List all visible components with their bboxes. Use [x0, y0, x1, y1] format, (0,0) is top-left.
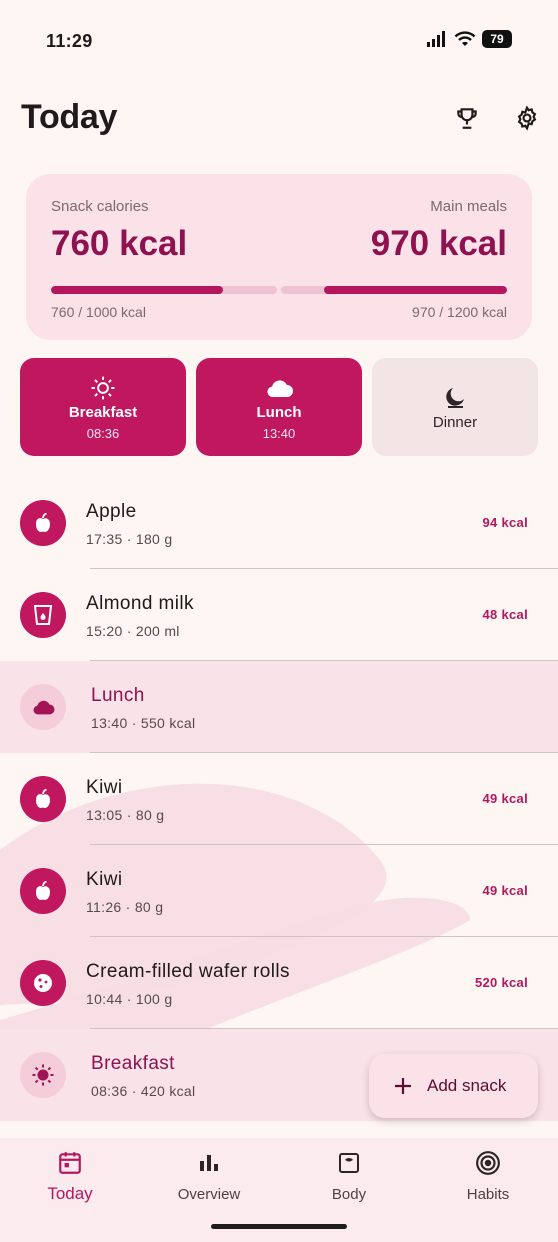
add-snack-label: Add snack [427, 1076, 507, 1095]
meal-tile-time: 13:40 [262, 425, 296, 441]
list-item[interactable]: Kiwi 11:26 · 80 g 49 kcal [0, 845, 558, 937]
battery-indicator: 79 [482, 30, 512, 48]
nav-label: Habits [466, 1186, 510, 1203]
sun-icon [90, 374, 116, 402]
entry-name: Kiwi [86, 869, 123, 890]
meal-tile-time: 08:36 [86, 425, 120, 441]
entry-kcal: 94 kcal [482, 515, 528, 530]
status-icons: 79 [426, 30, 512, 48]
plus-icon [395, 1078, 411, 1094]
entry-name: Cream-filled wafer rolls [86, 961, 290, 982]
meal-tile-lunch[interactable]: Lunch 13:40 [196, 358, 362, 456]
entry-name: Kiwi [86, 777, 123, 798]
meal-tile-breakfast[interactable]: Breakfast 08:36 [20, 358, 186, 456]
entry-kcal: 48 kcal [482, 607, 528, 622]
entry-name: Apple [86, 501, 137, 522]
entry-details: 13:40 · 550 kcal [91, 715, 196, 731]
nav-label: Overview [177, 1186, 241, 1203]
cloud-icon [264, 374, 294, 402]
snack-calories-value: 760 kcal [51, 224, 188, 263]
list-item[interactable]: Cream-filled wafer rolls 10:44 · 100 g 5… [0, 937, 558, 1029]
meal-tile-label: Lunch [256, 403, 302, 421]
trophy-icon[interactable] [452, 103, 482, 133]
list-item[interactable]: Lunch 13:40 · 550 kcal [0, 661, 558, 753]
meal-tile-label: Breakfast [68, 403, 138, 421]
nav-item-body[interactable]: Body [279, 1138, 419, 1218]
entry-details: 15:20 · 200 ml [86, 623, 180, 639]
bottom-navigation: Today Overview Body Habits [0, 1138, 558, 1242]
entry-details: 17:35 · 180 g [86, 531, 173, 547]
snack-calories-label: Snack calories [51, 198, 149, 215]
snack-progress-text: 760 / 1000 kcal [51, 304, 146, 320]
bar-chart-icon [197, 1148, 221, 1178]
main-progress-fill [323, 286, 507, 294]
sun-icon [20, 1052, 66, 1098]
entry-name: Almond milk [86, 593, 194, 614]
entry-name: Lunch [91, 685, 145, 706]
target-icon [475, 1148, 501, 1178]
moon-icon [443, 384, 467, 412]
add-snack-button[interactable]: Add snack [369, 1054, 538, 1118]
entry-details: 13:05 · 80 g [86, 807, 165, 823]
list-item[interactable]: Kiwi 13:05 · 80 g 49 kcal [0, 753, 558, 845]
home-indicator [211, 1224, 347, 1229]
entry-details: 10:44 · 100 g [86, 991, 173, 1007]
signal-icon [427, 31, 445, 47]
entry-kcal: 520 kcal [474, 975, 528, 990]
snack-progress-fill [51, 286, 223, 294]
nav-label: Body [331, 1186, 367, 1203]
cup-icon [20, 592, 66, 638]
calendar-icon [57, 1148, 83, 1178]
nav-item-habits[interactable]: Habits [418, 1138, 558, 1218]
list-item[interactable]: Almond milk 15:20 · 200 ml 48 kcal [0, 569, 558, 661]
calorie-summary-card: Snack calories Main meals 760 kcal 970 k… [26, 174, 532, 340]
status-bar: 11:29 79 [0, 0, 558, 84]
entry-kcal: 49 kcal [482, 791, 528, 806]
entry-details: 11:26 · 80 g [86, 899, 164, 915]
cookie-icon [20, 960, 66, 1006]
status-time: 11:29 [46, 31, 93, 51]
apple-icon [20, 500, 66, 546]
nav-label: Today [47, 1184, 93, 1203]
apple-icon [20, 868, 66, 914]
nav-item-overview[interactable]: Overview [139, 1138, 279, 1218]
page-title: Today [21, 98, 118, 136]
list-item[interactable]: Apple 17:35 · 180 g 94 kcal [0, 477, 558, 569]
main-progress-bar [281, 286, 507, 294]
meal-tile-label: Dinner [432, 413, 478, 431]
snack-progress-bar [51, 286, 277, 294]
entry-kcal: 49 kcal [482, 883, 528, 898]
main-meals-label: Main meals [430, 198, 507, 215]
main-meals-value: 970 kcal [370, 224, 507, 263]
scale-icon [337, 1148, 361, 1178]
nav-item-today[interactable]: Today [0, 1138, 140, 1218]
wifi-icon [454, 31, 476, 46]
apple-icon [20, 776, 66, 822]
entry-name: Breakfast [91, 1053, 175, 1074]
entry-details: 08:36 · 420 kcal [91, 1083, 196, 1099]
cloud-icon [20, 684, 66, 730]
gear-icon[interactable] [512, 103, 542, 133]
meal-tile-dinner[interactable]: Dinner [372, 358, 538, 456]
main-progress-text: 970 / 1200 kcal [412, 304, 507, 320]
